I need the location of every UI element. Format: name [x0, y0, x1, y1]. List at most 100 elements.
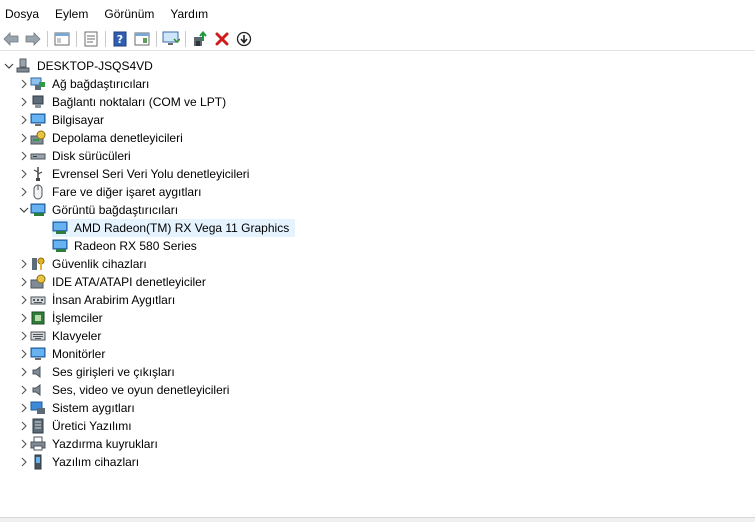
chevron-right-icon[interactable] — [18, 75, 30, 93]
disable-device-button[interactable] — [233, 29, 255, 49]
tree-category-label: Monitörler — [52, 347, 106, 361]
chevron-right-icon[interactable] — [18, 129, 30, 147]
help-button[interactable]: ? — [109, 29, 131, 49]
menu-yardim[interactable]: Yardım — [162, 3, 216, 25]
chevron-right-icon[interactable] — [18, 273, 30, 291]
tree-category[interactable]: Bağlantı noktaları (COM ve LPT) — [0, 93, 755, 111]
tree-category[interactable]: Ağ bağdaştırıcıları — [0, 75, 755, 93]
back-button[interactable] — [0, 29, 22, 49]
chevron-right-icon[interactable] — [18, 111, 30, 129]
tree-category-label: IDE ATA/ATAPI denetleyiciler — [52, 275, 206, 289]
tree-device-label: Radeon RX 580 Series — [74, 239, 197, 253]
toolbar-separator — [105, 31, 106, 47]
chevron-right-icon[interactable] — [18, 417, 30, 435]
tree-category-label: Disk sürücüleri — [52, 149, 131, 163]
tree-category[interactable]: Üretici Yazılımı — [0, 417, 755, 435]
security-key-icon — [30, 256, 46, 272]
tree-category-label: Ses girişleri ve çıkışları — [52, 365, 175, 379]
update-driver-button[interactable] — [189, 29, 211, 49]
chevron-right-icon[interactable] — [18, 291, 30, 309]
svg-text:?: ? — [117, 33, 123, 46]
chevron-right-icon[interactable] — [18, 183, 30, 201]
chevron-right-icon[interactable] — [18, 327, 30, 345]
tree-category[interactable]: Yazdırma kuyrukları — [0, 435, 755, 453]
speaker-icon — [30, 364, 46, 380]
tree-device[interactable]: Radeon RX 580 Series — [0, 237, 755, 255]
chevron-right-icon[interactable] — [18, 453, 30, 471]
chevron-right-icon[interactable] — [18, 165, 30, 183]
tree-category-label: Evrensel Seri Veri Yolu denetleyicileri — [52, 167, 250, 181]
chevron-right-icon[interactable] — [18, 435, 30, 453]
computer-tree-root-icon — [15, 58, 31, 74]
forward-button[interactable] — [22, 29, 44, 49]
tree-category-label: Bilgisayar — [52, 113, 105, 127]
tree-category-label: Ses, video ve oyun denetleyicileri — [52, 383, 230, 397]
tree-device[interactable]: AMD Radeon(TM) RX Vega 11 Graphics — [0, 219, 755, 237]
chevron-right-icon[interactable] — [18, 255, 30, 273]
menu-dosya[interactable]: Dosya — [2, 3, 47, 25]
chevron-right-icon[interactable] — [18, 309, 30, 327]
tree-category[interactable]: Görüntü bağdaştırıcıları — [0, 201, 755, 219]
menu-eylem[interactable]: Eylem — [47, 3, 96, 25]
tree-category[interactable]: Ses, video ve oyun denetleyicileri — [0, 381, 755, 399]
chevron-right-icon[interactable] — [18, 381, 30, 399]
port-icon — [30, 94, 46, 110]
tree-category[interactable]: Sistem aygıtları — [0, 399, 755, 417]
tree-category[interactable]: Evrensel Seri Veri Yolu denetleyicileri — [0, 165, 755, 183]
forward-icon — [25, 32, 41, 46]
tree-category[interactable]: Güvenlik cihazları — [0, 255, 755, 273]
tree-category-label: Görüntü bağdaştırıcıları — [52, 203, 179, 217]
tree-root[interactable]: DESKTOP-JSQS4VD — [0, 57, 755, 75]
tree-category[interactable]: Fare ve diğer işaret aygıtları — [0, 183, 755, 201]
monitor-scan-icon — [162, 31, 180, 45]
chevron-down-icon[interactable] — [18, 201, 30, 219]
toolbar-separator — [47, 31, 48, 47]
tree-category-label: Depolama denetleyicileri — [52, 131, 183, 145]
tree-category[interactable]: Depolama denetleyicileri — [0, 129, 755, 147]
tree-category[interactable]: Yazılım cihazları — [0, 453, 755, 471]
usb-icon — [30, 166, 46, 182]
tree-category-label: Bağlantı noktaları (COM ve LPT) — [52, 95, 227, 109]
tree-category[interactable]: IDE ATA/ATAPI denetleyiciler — [0, 273, 755, 291]
tree-category-label: Yazılım cihazları — [52, 455, 140, 469]
tree-category-label: Güvenlik cihazları — [52, 257, 147, 271]
tree-device-label: AMD Radeon(TM) RX Vega 11 Graphics — [74, 221, 290, 235]
ide-controller-icon — [30, 274, 46, 290]
tree-category[interactable]: İnsan Arabirim Aygıtları — [0, 291, 755, 309]
menu-gorunum[interactable]: Görünüm — [96, 3, 162, 25]
chevron-right-icon[interactable] — [18, 93, 30, 111]
tree-category-label: Sistem aygıtları — [52, 401, 135, 415]
chevron-down-icon[interactable] — [3, 57, 15, 75]
chevron-right-icon[interactable] — [18, 363, 30, 381]
uninstall-device-button[interactable] — [211, 29, 233, 49]
tree-category-label: İnsan Arabirim Aygıtları — [52, 293, 176, 307]
action-pane-button[interactable] — [131, 29, 153, 49]
action-pane-icon — [134, 32, 150, 46]
chevron-right-icon[interactable] — [18, 147, 30, 165]
speaker-icon — [30, 382, 46, 398]
tree-device-item[interactable]: AMD Radeon(TM) RX Vega 11 Graphics — [52, 219, 296, 237]
properties-button[interactable] — [80, 29, 102, 49]
software-device-icon — [30, 454, 46, 470]
toolbar-separator — [76, 31, 77, 47]
chevron-right-icon[interactable] — [18, 399, 30, 417]
tree-category[interactable]: Disk sürücüleri — [0, 147, 755, 165]
tree-category[interactable]: Monitörler — [0, 345, 755, 363]
chevron-right-icon[interactable] — [18, 345, 30, 363]
keyboard-icon — [30, 328, 46, 344]
tree-category[interactable]: Bilgisayar — [0, 111, 755, 129]
device-tree: DESKTOP-JSQS4VD Ağ bağdaştırıcıları Bağla… — [0, 57, 755, 471]
update-driver-icon — [194, 31, 207, 46]
back-icon — [3, 32, 19, 46]
tree-category[interactable]: Klavyeler — [0, 327, 755, 345]
tree-category-label: Üretici Yazılımı — [52, 419, 132, 433]
toolbar: ? — [0, 28, 755, 51]
show-hide-console-tree-button[interactable] — [51, 29, 73, 49]
tree-category[interactable]: Ses girişleri ve çıkışları — [0, 363, 755, 381]
scan-hardware-button[interactable] — [160, 29, 182, 49]
tree-category-label: Ağ bağdaştırıcıları — [52, 77, 150, 91]
tree-category-label: Fare ve diğer işaret aygıtları — [52, 185, 202, 199]
tree-category[interactable]: İşlemciler — [0, 309, 755, 327]
console-tree-icon — [54, 32, 70, 46]
tree-device-item[interactable]: Radeon RX 580 Series — [52, 237, 203, 255]
